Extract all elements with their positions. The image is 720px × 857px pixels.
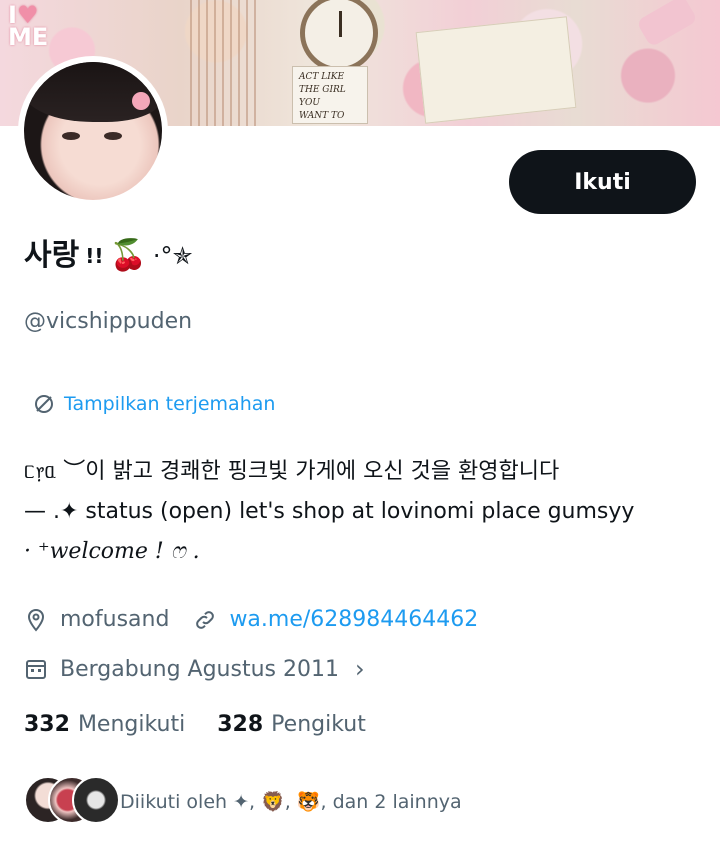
banner-i-love-me-sticker: I♥ ME xyxy=(8,3,49,51)
location-text: mofusand xyxy=(60,607,170,632)
follower-avatars xyxy=(24,776,120,826)
banner-quote-line: ACT LIKE xyxy=(299,72,345,82)
bio-line: — .✦ status (open) let's shop at lovinom… xyxy=(24,499,635,524)
avatar-eye xyxy=(62,132,80,140)
followed-by-text: Diikuti oleh ✦, 🦁, 🐯, dan 2 lainnya xyxy=(120,790,462,813)
display-name: 사랑 !! 🍒 ·°✯ xyxy=(24,236,193,276)
avatar[interactable] xyxy=(18,56,168,206)
bottle-decoration xyxy=(636,0,698,48)
username-handle: @vicshippuden xyxy=(24,309,193,334)
following-count[interactable]: 332 xyxy=(24,712,70,737)
banner-gate-decoration xyxy=(190,0,260,126)
banner-me-text: ME xyxy=(8,23,49,51)
display-name-tail: ·°✯ xyxy=(152,242,193,270)
display-name-text: 사랑 xyxy=(24,238,80,273)
translate-link[interactable]: Tampilkan terjemahan xyxy=(32,392,275,416)
display-name-badge: !! xyxy=(85,244,104,268)
bio-line: ᥴ᥅ᥲ ︶이 밝고 경쾌한 핑크빛 가게에 오신 것을 환영합니다 xyxy=(24,459,560,484)
book-decoration xyxy=(415,16,577,124)
following-label[interactable]: Mengikuti xyxy=(78,712,185,737)
website-link[interactable]: wa.me/628984464462 xyxy=(229,607,478,632)
avatar-photo xyxy=(24,62,162,200)
translate-icon xyxy=(35,395,53,413)
location-pin-icon xyxy=(27,608,45,632)
calendar-icon xyxy=(26,660,46,679)
avatar xyxy=(72,776,120,824)
followed-by-row[interactable]: Diikuti oleh ✦, 🦁, 🐯, dan 2 lainnya xyxy=(24,776,462,826)
flower-icon xyxy=(132,92,150,110)
profile-bio: ᥴ᥅ᥲ ︶이 밝고 경쾌한 핑크빛 가게에 오신 것을 환영합니다 — .✦ st… xyxy=(24,452,634,572)
bio-line: · ⁺welcome ! ෆ . xyxy=(24,539,200,564)
join-date-text: Bergabung Agustus 2011 xyxy=(60,656,339,682)
banner-quote-line: WANT TO xyxy=(299,111,345,121)
profile-meta-row: mofusand wa.me/628984464462 xyxy=(24,607,478,632)
follow-button[interactable]: Ikuti xyxy=(509,150,696,214)
link-icon xyxy=(196,610,215,629)
clock-decoration xyxy=(300,0,378,72)
translate-label: Tampilkan terjemahan xyxy=(64,393,276,415)
followers-label[interactable]: Pengikut xyxy=(271,712,366,737)
chevron-right-icon: › xyxy=(354,655,365,683)
banner-quote-card: ACT LIKE THE GIRL YOU WANT TO xyxy=(292,66,368,124)
avatar-eye xyxy=(104,132,122,140)
banner-quote-line: THE GIRL YOU xyxy=(299,85,346,108)
join-date-row[interactable]: Bergabung Agustus 2011 › xyxy=(24,655,365,683)
follow-stats: 332 Mengikuti 328 Pengikut xyxy=(24,712,390,737)
cherry-icon: 🍒 xyxy=(109,238,147,273)
followers-count[interactable]: 328 xyxy=(217,712,263,737)
